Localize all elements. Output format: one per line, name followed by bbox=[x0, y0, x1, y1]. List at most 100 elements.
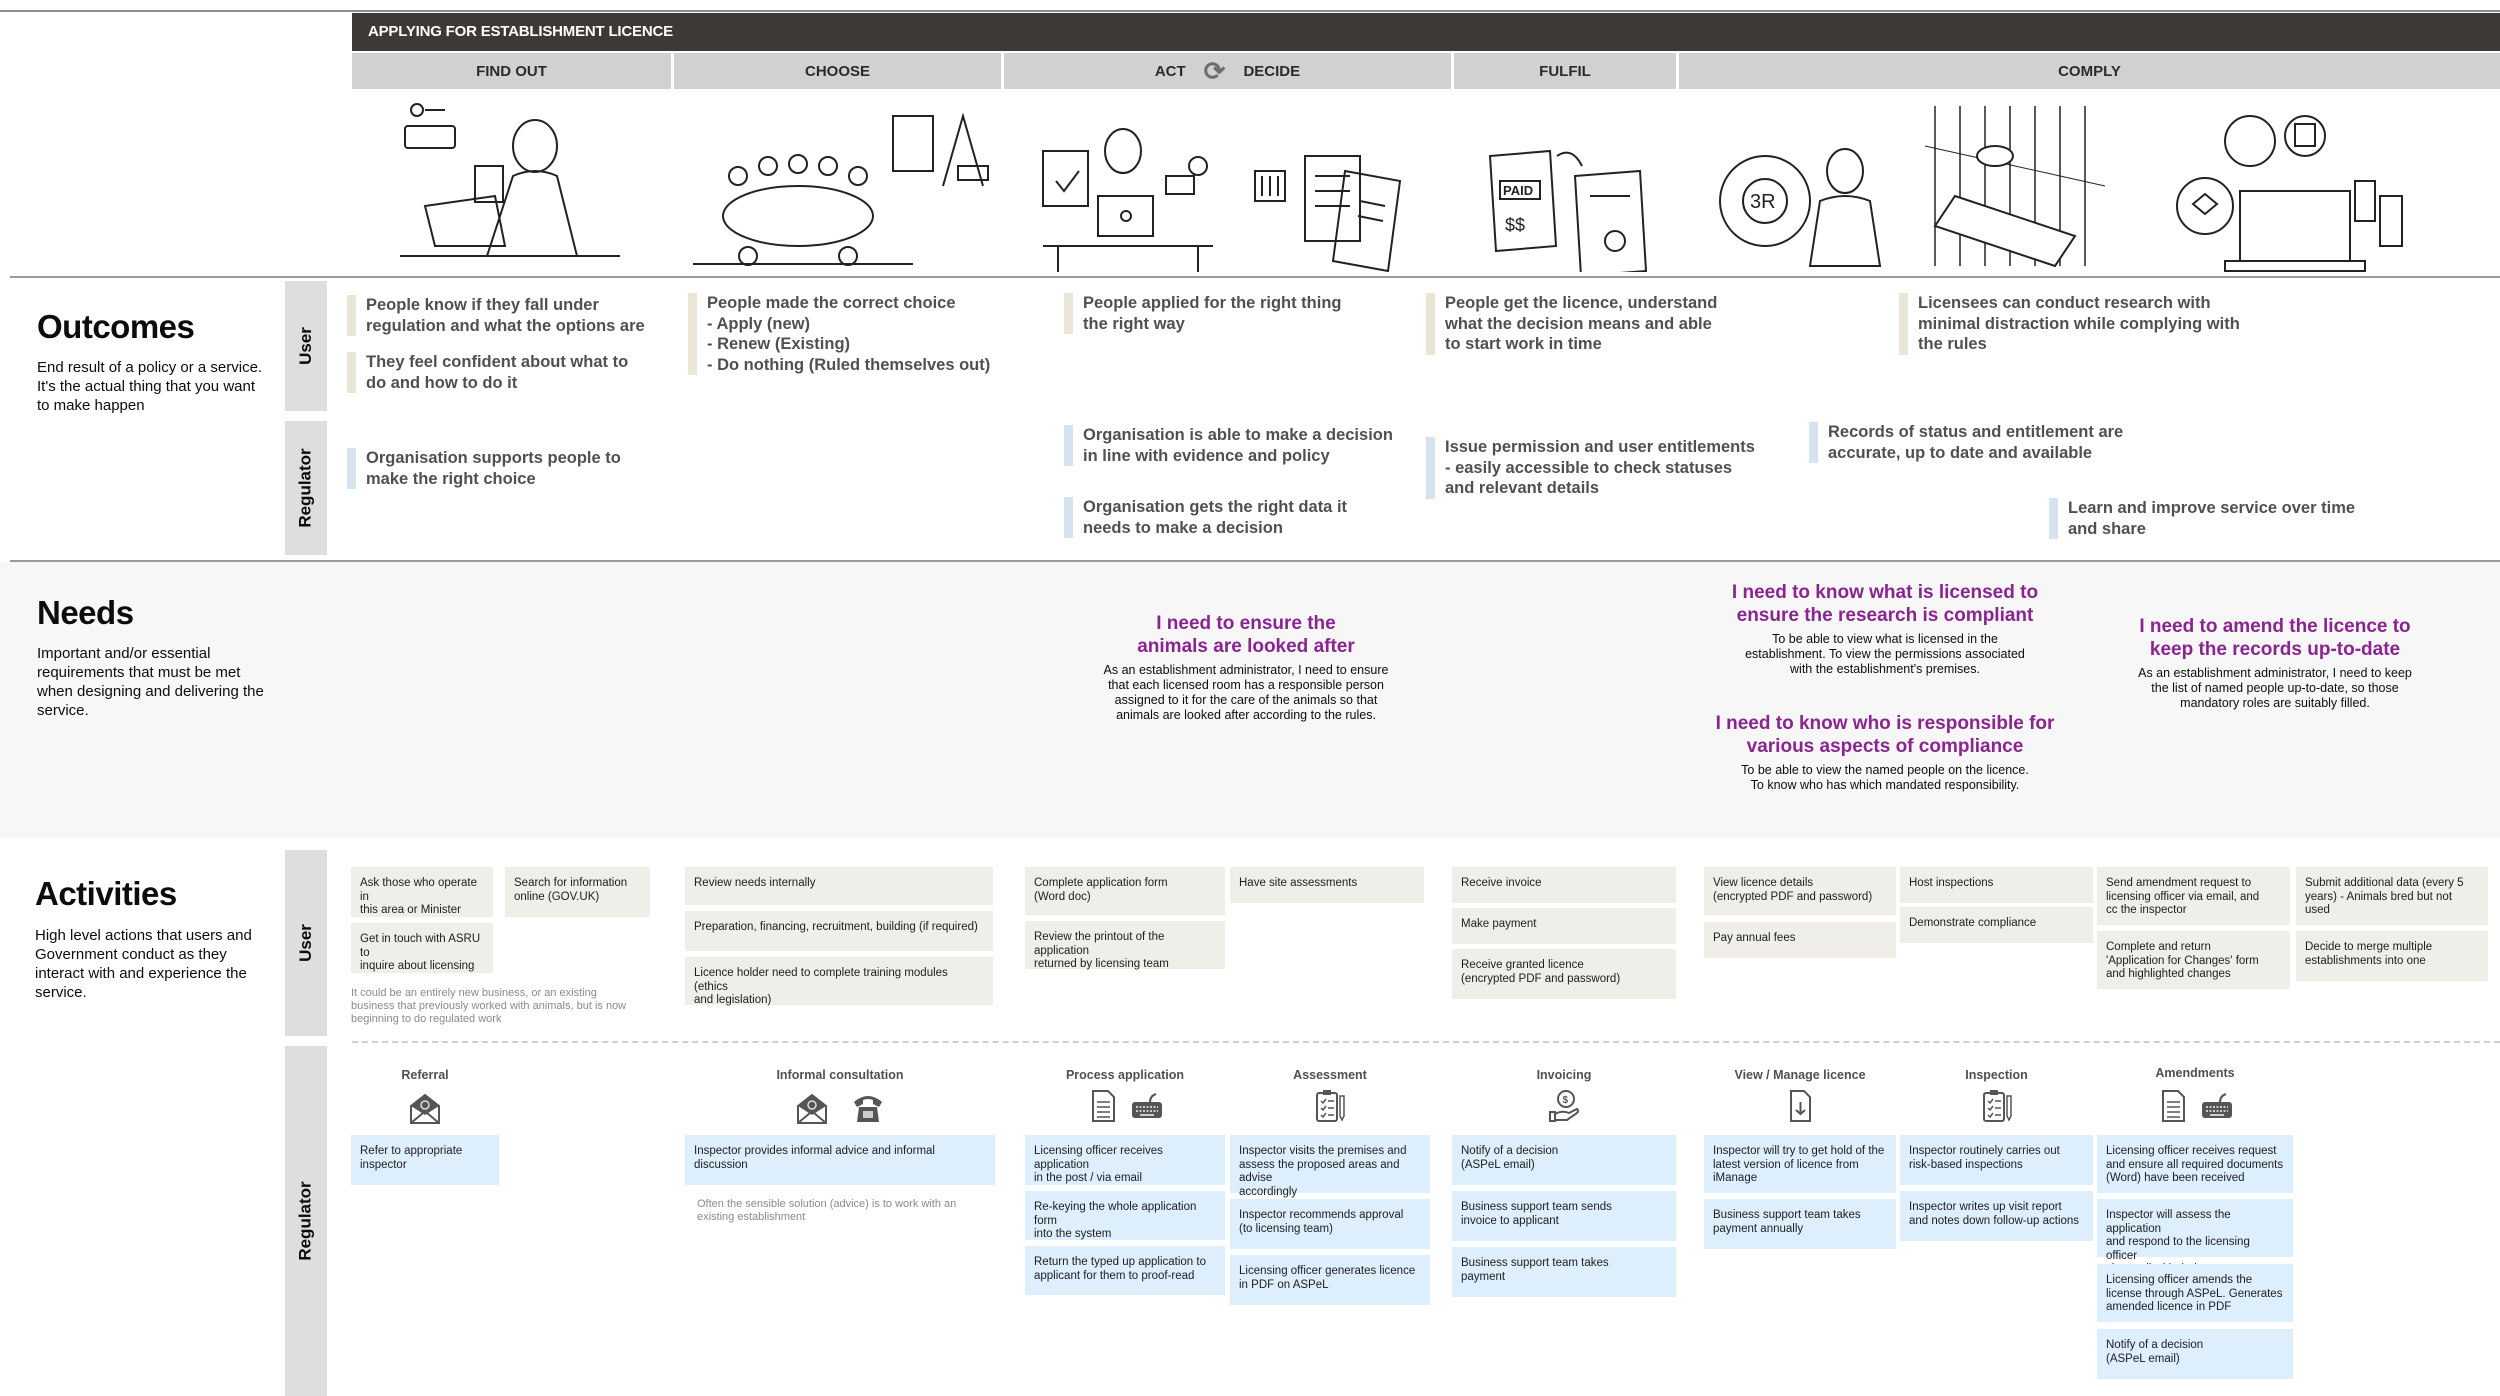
stage-label: FULFIL bbox=[1539, 62, 1591, 80]
group-title-process-application: Process application bbox=[1065, 1068, 1185, 1082]
regulator-outcome: Organisation gets the right data it need… bbox=[1064, 497, 1347, 538]
email-icon bbox=[410, 1093, 440, 1124]
regulator-activity-card: Inspector writes up visit report and not… bbox=[1900, 1191, 2093, 1241]
user-activity-card: Get in touch with ASRU to inquire about … bbox=[351, 923, 493, 973]
svg-text:$$: $$ bbox=[1505, 215, 1525, 235]
user-activity-card: Complete and return 'Application for Cha… bbox=[2097, 931, 2290, 989]
stage-label: ACT bbox=[1154, 62, 1186, 80]
document-icon bbox=[1092, 1090, 1115, 1122]
svg-text:$: $ bbox=[1563, 1095, 1569, 1106]
user-activity-card: Submit additional data (every 5 years) -… bbox=[2296, 867, 2488, 925]
needs-title: Needs bbox=[37, 594, 134, 631]
activities-description: High level actions that users and Govern… bbox=[35, 927, 252, 1001]
need-title: I need to know who is responsible for va… bbox=[1715, 713, 2055, 757]
user-activity-card: Preparation, financing, recruitment, bui… bbox=[685, 911, 993, 951]
group-title-invoicing: Invoicing bbox=[1536, 1068, 1592, 1082]
regulator-activity-card: Licensing officer receives request and e… bbox=[2097, 1135, 2293, 1193]
regulator-activity-card: Inspector recommends approval (to licens… bbox=[1230, 1199, 1430, 1249]
user-activity-card: Review the printout of the application r… bbox=[1025, 921, 1225, 970]
user-activity-card: Make payment bbox=[1452, 908, 1676, 944]
find-out-note: It could be an entirely new business, or… bbox=[351, 987, 627, 1025]
checklist-icon bbox=[1316, 1090, 1345, 1122]
needs-description: Important and/or essential requirements … bbox=[37, 645, 264, 719]
email-icon bbox=[797, 1093, 827, 1124]
stage-label: CHOOSE bbox=[804, 62, 870, 80]
regulator-outcome: Organisation supports people to make the… bbox=[347, 448, 621, 489]
regulator-activity-card: Inspector routinely carries out risk-bas… bbox=[1900, 1135, 2093, 1185]
outcomes-description: End result of a policy or a service. It'… bbox=[37, 359, 263, 414]
cycle-arrows-icon: ⟳ bbox=[1203, 56, 1226, 86]
activities-regulator-lane: Regulator bbox=[285, 1046, 327, 1396]
user-activity-card: Review needs internally bbox=[685, 867, 993, 905]
regulator-outcome: Records of status and entitlement are ac… bbox=[1809, 422, 2123, 463]
user-activity-card: Decide to merge multiple establishments … bbox=[2296, 931, 2488, 981]
need-body: To be able to view the named people on t… bbox=[1741, 763, 2029, 792]
user-activity-card: Receive granted licence (encrypted PDF a… bbox=[1452, 949, 1676, 999]
need-title: I need to know what is licensed to ensur… bbox=[1731, 582, 2039, 626]
stage-label: COMPLY bbox=[2058, 62, 2121, 80]
keyboard-icon bbox=[1132, 1093, 1162, 1118]
keyboard-icon bbox=[2202, 1093, 2232, 1118]
stage-label: FIND OUT bbox=[476, 62, 547, 80]
stage-label-2: DECIDE bbox=[1243, 62, 1301, 80]
regulator-activity-card: Business support team takes payment bbox=[1452, 1247, 1676, 1297]
document-icon bbox=[2162, 1090, 2185, 1122]
regulator-activity-card: Notify of a decision (ASPeL email) bbox=[1452, 1135, 1676, 1185]
need-body: To be able to view what is licensed in t… bbox=[1745, 632, 2025, 676]
regulator-activity-card: Licensing officer generates licence in P… bbox=[1230, 1255, 1430, 1305]
group-title-informal-consultation: Informal consultation bbox=[776, 1068, 904, 1082]
team-meeting-illustration bbox=[688, 96, 1003, 272]
user-activity-card: Licence holder need to complete training… bbox=[685, 957, 993, 1006]
lane-divider bbox=[352, 1041, 2500, 1043]
need-item: I need to amend the licence to keep the … bbox=[2110, 615, 2440, 711]
regulator-activity-card: Inspector visits the premises and assess… bbox=[1230, 1135, 1430, 1198]
need-body: As an establishment administrator, I nee… bbox=[2138, 666, 2412, 710]
user-activity-card: Receive invoice bbox=[1452, 867, 1676, 903]
user-activity-card: Search for information online (GOV.UK) bbox=[505, 867, 650, 917]
lane-label: Regulator bbox=[296, 448, 315, 528]
stage-find-out: FIND OUT bbox=[352, 53, 671, 89]
person-at-laptop-illustration bbox=[395, 96, 630, 272]
need-title: I need to amend the licence to keep the … bbox=[2139, 616, 2411, 660]
user-outcome: They feel confident about what to do and… bbox=[347, 352, 628, 393]
user-activity-card: Complete application form (Word doc) bbox=[1025, 867, 1225, 915]
checklist-icon bbox=[1982, 1090, 2012, 1122]
regulator-activity-card: Return the typed up application to appli… bbox=[1025, 1246, 1225, 1295]
stage-fulfil: FULFIL bbox=[1454, 53, 1676, 89]
regulator-activity-card: Licensing officer amends the license thr… bbox=[2097, 1264, 2293, 1322]
user-outcome: People applied for the right thing the r… bbox=[1064, 293, 1342, 334]
lane-label: User bbox=[296, 924, 315, 962]
regulator-outcome: Issue permission and user entitlements -… bbox=[1426, 437, 1755, 499]
paid-invoice-certificate-illustration: PAID $$ bbox=[1485, 96, 1655, 278]
regulator-activity-card: Inspector will try to get hold of the la… bbox=[1704, 1135, 1896, 1193]
user-outcome: People made the correct choice - Apply (… bbox=[688, 293, 990, 375]
regulator-activity-card: Business support team takes payment annu… bbox=[1704, 1199, 1896, 1249]
group-title-amendments: Amendments bbox=[2155, 1066, 2235, 1080]
payment-icon: $ bbox=[1549, 1090, 1579, 1122]
consultation-note: Often the sensible solution (advice) is … bbox=[697, 1198, 957, 1223]
stage-comply: COMPLY bbox=[1679, 53, 2500, 89]
computer-compliance-illustration bbox=[2165, 96, 2415, 272]
need-body: As an establishment administrator, I nee… bbox=[1103, 663, 1389, 722]
regulator-activity-card: Refer to appropriate inspector bbox=[351, 1135, 499, 1185]
person-filling-application-illustration bbox=[1038, 96, 1218, 272]
user-activity-card: Host inspections bbox=[1900, 867, 2093, 903]
animal-record-illustration bbox=[1915, 96, 2115, 272]
group-title-assessment: Assessment bbox=[1293, 1068, 1367, 1082]
activities-user-lane: User bbox=[285, 850, 327, 1036]
svg-text:PAID: PAID bbox=[1503, 183, 1533, 198]
need-item: I need to know who is responsible for va… bbox=[1700, 712, 2070, 793]
outcomes-user-lane: User bbox=[285, 281, 327, 411]
section-divider bbox=[10, 276, 2500, 278]
user-activity-card: Ask those who operate in this area or Mi… bbox=[351, 867, 493, 917]
stage-choose: CHOOSE bbox=[674, 53, 1001, 89]
regulator-activity-card: Inspector will assess the application an… bbox=[2097, 1199, 2293, 1289]
svg-text:3R: 3R bbox=[1750, 191, 1776, 213]
download-file-icon bbox=[1790, 1090, 1811, 1122]
regulator-outcome: Learn and improve service over time and … bbox=[2049, 498, 2355, 539]
regulator-activity-card: Notify of a decision (ASPeL email) bbox=[2097, 1329, 2293, 1379]
user-activity-card: View licence details (encrypted PDF and … bbox=[1704, 867, 1896, 915]
lane-label: Regulator bbox=[296, 1181, 315, 1261]
user-outcome: People get the licence, understand what … bbox=[1426, 293, 1717, 355]
regulator-activity-card: Business support team sends invoice to a… bbox=[1452, 1191, 1676, 1241]
